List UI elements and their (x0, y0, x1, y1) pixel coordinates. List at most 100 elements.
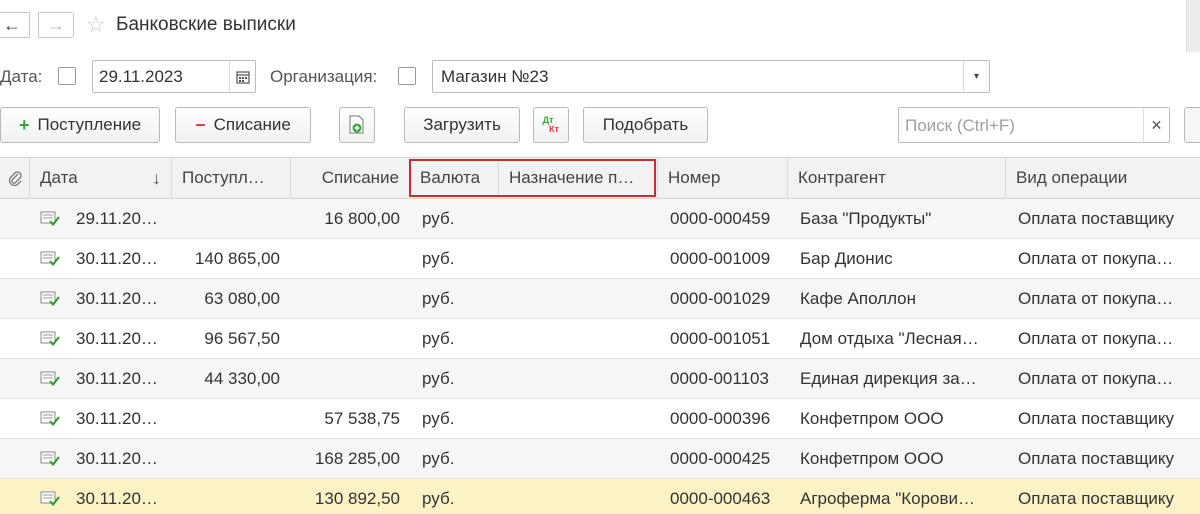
incoming-column-header[interactable]: Поступл… (172, 158, 291, 198)
bank-statements-window: ← → ☆ Банковские выписки Дата: 29.11.202… (0, 0, 1200, 514)
window-edge (1186, 0, 1200, 52)
outgoing-button[interactable]: − Списание (175, 107, 311, 143)
cell-number: 0000-001009 (670, 249, 771, 268)
cell-counterparty: Конфетпром ООО (800, 449, 944, 468)
cell-number: 0000-001103 (670, 369, 769, 388)
sort-down-icon: ↓ (152, 168, 161, 188)
title-bar: ← → ☆ Банковские выписки (0, 0, 1200, 52)
cell-currency: руб. (422, 449, 455, 468)
date-field[interactable]: 29.11.2023 (92, 60, 256, 93)
table-row[interactable]: 30.11.20… 168 285,00 руб. 0000-000425 Конфет… (0, 439, 1200, 479)
cell-operation: Оплата от покупа… (1018, 369, 1174, 388)
search-field[interactable]: Поиск (Ctrl+F) ✕ (898, 107, 1170, 143)
cell-outgoing: 168 285,00 (314, 449, 400, 468)
arrow-left-icon: ← (3, 14, 21, 35)
star-icon[interactable]: ☆ (86, 12, 106, 38)
back-button[interactable]: ← (0, 12, 30, 38)
table-row[interactable]: 30.11.20… 57 538,75 руб. 0000-000396 Конфетп… (0, 399, 1200, 439)
cell-operation: Оплата от покупа… (1018, 289, 1174, 308)
cell-date: 30.11.20… (76, 329, 158, 348)
search-placeholder: Поиск (Ctrl+F) (905, 116, 1015, 135)
cell-number: 0000-001029 (670, 289, 771, 308)
cell-operation: Оплата поставщику (1018, 449, 1175, 468)
document-posted-icon (40, 451, 60, 467)
outgoing-button-label: Списание (213, 115, 291, 134)
cell-date: 30.11.20… (76, 409, 158, 428)
cell-incoming (172, 479, 280, 514)
cell-currency: руб. (422, 409, 455, 428)
cell-incoming (172, 199, 280, 239)
cell-counterparty: Дом отдыха "Лесная… (800, 329, 979, 348)
cell-outgoing: 130 892,50 (314, 489, 400, 508)
add-from-file-button[interactable] (339, 107, 375, 143)
cell-number: 0000-001051 (670, 329, 771, 348)
date-value: 29.11.2023 (99, 67, 183, 86)
cell-outgoing: 16 800,00 (324, 209, 400, 228)
load-button-label: Загрузить (423, 115, 501, 134)
cell-number: 0000-000396 (670, 409, 771, 428)
table-row[interactable]: 30.11.20… 130 892,50 руб. 0000-000463 Агрофе… (0, 479, 1200, 514)
dtkt-button[interactable]: Дт Кт (533, 107, 569, 143)
cell-date: 30.11.20… (76, 249, 158, 268)
cell-counterparty: Бар Дионис (800, 249, 893, 268)
cell-incoming (172, 399, 280, 439)
cell-number: 0000-000425 (670, 449, 771, 468)
arrow-right-icon: → (47, 14, 65, 35)
cell-currency: руб. (422, 489, 455, 508)
organization-dropdown-button[interactable]: ▾ (963, 61, 989, 92)
more-button[interactable] (1184, 107, 1200, 143)
table-row[interactable]: 30.11.20… 44 330,00 руб. 0000-001103 Единая … (0, 359, 1200, 399)
cell-outgoing (291, 239, 400, 279)
highlighted-columns-frame (409, 159, 656, 197)
organization-field[interactable]: Магазин №23 ▾ (432, 60, 990, 93)
cell-currency: руб. (422, 329, 455, 348)
cell-incoming (172, 439, 280, 479)
attachment-icon (8, 171, 22, 187)
cell-purpose (511, 199, 651, 239)
cell-date: 29.11.20… (76, 209, 158, 228)
cell-purpose (511, 239, 651, 279)
load-button[interactable]: Загрузить (404, 107, 520, 143)
cell-incoming: 140 865,00 (194, 249, 280, 268)
forward-button[interactable]: → (38, 12, 74, 38)
cell-purpose (511, 479, 651, 514)
counterparty-column-header[interactable]: Контрагент (788, 158, 1006, 198)
calendar-button[interactable] (229, 61, 255, 92)
cell-counterparty: Кафе Аполлон (800, 289, 917, 308)
outgoing-column-header[interactable]: Списание (291, 158, 410, 198)
date-label: Дата: (0, 67, 43, 86)
table-row[interactable]: 30.11.20… 140 865,00 руб. 0000-001009 Бар Ди… (0, 239, 1200, 279)
select-button-label: Подобрать (602, 115, 689, 134)
organization-label: Организация: (270, 67, 378, 86)
add-document-icon (349, 115, 364, 134)
operation-column-header[interactable]: Вид операции (1006, 158, 1200, 198)
clear-search-button[interactable]: ✕ (1143, 108, 1169, 142)
table-row[interactable]: 30.11.20… 63 080,00 руб. 0000-001029 Кафе Ап… (0, 279, 1200, 319)
select-button[interactable]: Подобрать (583, 107, 708, 143)
cell-incoming: 96 567,50 (204, 329, 280, 348)
cell-outgoing (291, 319, 400, 359)
cell-incoming: 63 080,00 (204, 289, 280, 308)
cell-currency: руб. (422, 289, 455, 308)
cell-date: 30.11.20… (76, 449, 158, 468)
organization-value: Магазин №23 (441, 67, 549, 86)
document-posted-icon (40, 491, 60, 507)
number-column-header[interactable]: Номер (658, 158, 788, 198)
attachment-column-header[interactable] (0, 158, 30, 198)
table-row[interactable]: 29.11.20… 16 800,00 руб. 0000-000459 База "П… (0, 199, 1200, 239)
dtkt-icon: Дт Кт (542, 115, 559, 134)
minus-icon: − (195, 114, 206, 135)
dropdown-icon: ▾ (973, 71, 980, 82)
organization-filter-checkbox[interactable] (398, 67, 416, 85)
cell-date: 30.11.20… (76, 289, 158, 308)
date-column-header[interactable]: Дата ↓ (30, 158, 172, 198)
cell-operation: Оплата от покупа… (1018, 329, 1174, 348)
cell-operation: Оплата поставщику (1018, 489, 1175, 508)
toolbar: + Поступление − Списание Загрузить Дт Кт (0, 107, 1200, 145)
incoming-button[interactable]: + Поступление (0, 107, 160, 143)
document-posted-icon (40, 211, 60, 227)
table-row[interactable]: 30.11.20… 96 567,50 руб. 0000-001051 Дом отд… (0, 319, 1200, 359)
cell-counterparty: Агроферма "Корови… (800, 489, 976, 508)
date-filter-checkbox[interactable] (58, 67, 76, 85)
cell-currency: руб. (422, 209, 455, 228)
